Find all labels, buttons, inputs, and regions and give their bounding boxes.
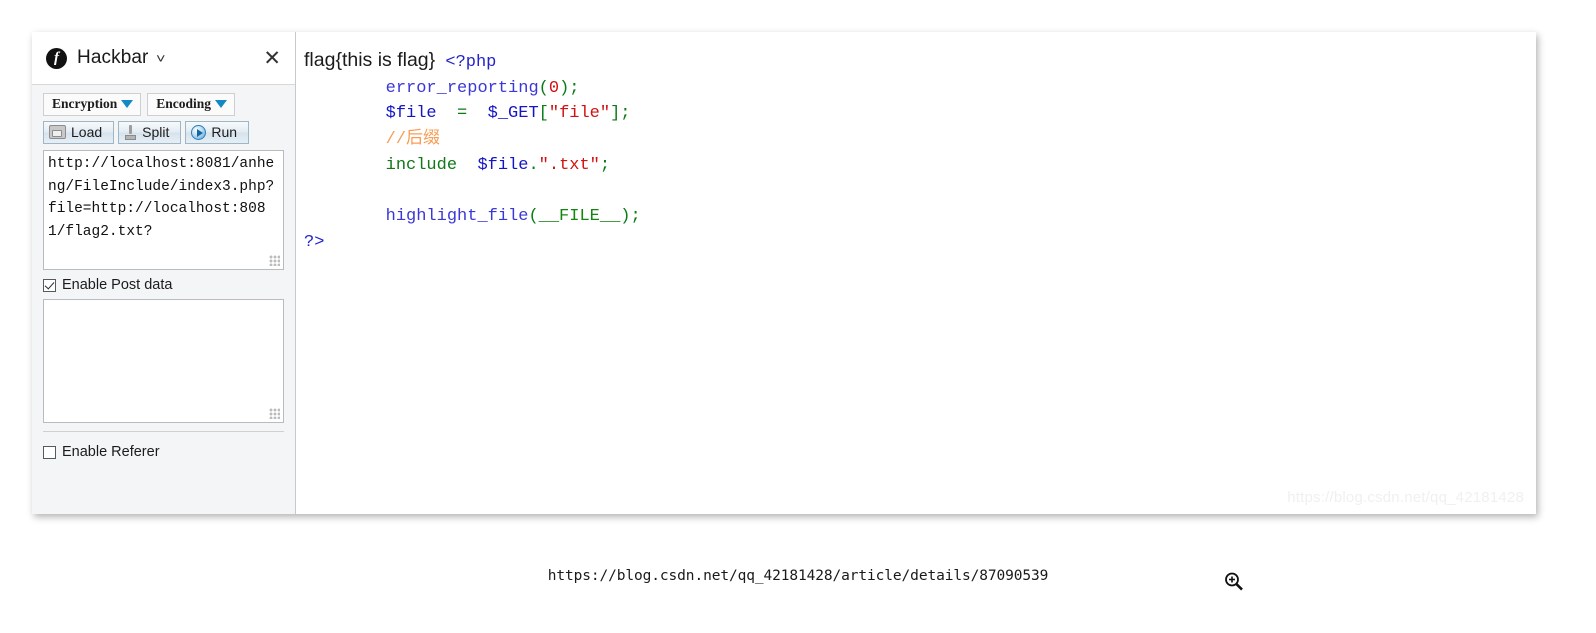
enable-post-data-checkbox[interactable]: Enable Post data — [43, 277, 284, 293]
php-open-tag: <?php — [445, 53, 497, 72]
paren-close: ) — [620, 207, 631, 227]
hackbar-title: Hackbar — [77, 47, 149, 68]
post-field-wrapper — [43, 299, 284, 424]
error-reporting-arg: 0 — [548, 78, 560, 98]
bracket-open: [ — [538, 104, 549, 124]
csdn-watermark: https://blog.csdn.net/qq_42181428 — [1287, 489, 1524, 506]
enable-referer-checkbox[interactable]: Enable Referer — [43, 444, 284, 460]
url-field-wrapper: http://localhost:8081/anheng/FileInclude… — [43, 150, 284, 271]
enable-referer-label: Enable Referer — [62, 444, 160, 461]
encoding-button-label: Encoding — [156, 96, 212, 111]
hackbar-action-row: Load Split Run — [43, 121, 284, 145]
encryption-button-label: Encryption — [52, 96, 118, 111]
run-button[interactable]: Run — [185, 121, 250, 145]
hackbar-logo-icon: f — [46, 47, 67, 69]
screenshot-root: f Hackbar ˅ ✕ Encryption Encoding Load S… — [0, 0, 1596, 633]
txt-suffix-string: ".txt" — [538, 155, 600, 175]
post-data-input[interactable] — [43, 299, 284, 424]
highlight-file-fn: highlight_file — [385, 207, 529, 227]
checkbox-icon — [43, 445, 56, 459]
include-variable: $file — [477, 155, 529, 175]
play-icon — [191, 124, 207, 140]
browser-window: f Hackbar ˅ ✕ Encryption Encoding Load S… — [32, 32, 1536, 514]
paren-open: ( — [528, 207, 539, 227]
php-source-code: flag{this is flag} <?php error_reporting… — [304, 48, 1536, 256]
include-keyword: include — [385, 155, 458, 175]
semicolon: ; — [569, 78, 580, 98]
chevron-down-icon — [215, 100, 228, 109]
semicolon: ; — [620, 104, 631, 124]
hackbar-panel: f Hackbar ˅ ✕ Encryption Encoding Load S… — [32, 32, 296, 514]
file-constant: __FILE__ — [538, 207, 621, 227]
close-icon[interactable]: ✕ — [263, 48, 281, 69]
load-button-label: Load — [71, 124, 103, 141]
page-content: flag{this is flag} <?php error_reporting… — [296, 32, 1536, 514]
chevron-down-icon[interactable]: ˅ — [157, 51, 166, 66]
file-key-string: "file" — [548, 104, 611, 124]
semicolon: ; — [599, 155, 611, 175]
hackbar-dropdown-row: Encryption Encoding — [43, 93, 284, 117]
bracket-close: ] — [610, 104, 621, 124]
file-variable: $file — [385, 104, 437, 124]
split-icon — [124, 124, 137, 140]
checkbox-icon — [43, 278, 56, 292]
paren-close: ) — [559, 78, 570, 98]
hackbar-titlebar: f Hackbar ˅ ✕ — [32, 32, 295, 85]
php-close-tag: ?> — [304, 232, 325, 252]
encryption-button[interactable]: Encryption — [43, 93, 142, 117]
divider — [43, 431, 284, 433]
disk-icon — [49, 125, 66, 140]
get-superglobal: $_GET — [487, 104, 539, 124]
error-reporting-fn: error_reporting — [385, 78, 539, 98]
concat-operator: . — [528, 155, 539, 175]
split-button-label: Split — [142, 124, 170, 141]
paren-open: ( — [538, 78, 549, 98]
php-comment: //后缀 — [385, 130, 441, 150]
caption-url: https://blog.csdn.net/qq_42181428/articl… — [547, 568, 1049, 584]
encoding-button[interactable]: Encoding — [147, 93, 236, 117]
run-button-label: Run — [211, 124, 238, 141]
load-button[interactable]: Load — [43, 121, 115, 145]
url-input[interactable]: http://localhost:8081/anheng/FileInclude… — [43, 150, 284, 271]
chevron-down-icon — [121, 100, 134, 109]
flag-text: flag{this is flag} — [304, 49, 436, 71]
assign-operator: = — [457, 104, 468, 124]
split-button[interactable]: Split — [118, 121, 182, 145]
enable-post-data-label: Enable Post data — [62, 277, 173, 294]
zoom-in-magnifier-icon — [1222, 570, 1246, 594]
hackbar-body: Encryption Encoding Load Split Run http:… — [32, 85, 295, 514]
semicolon: ; — [630, 207, 641, 227]
